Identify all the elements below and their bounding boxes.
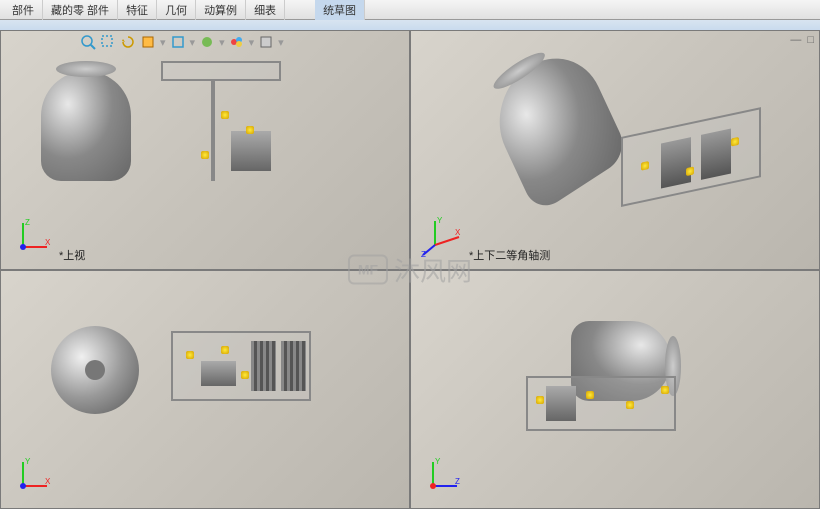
- scene-icon[interactable]: [199, 34, 215, 50]
- model-assembly: [171, 331, 321, 431]
- minimize-button[interactable]: —: [790, 34, 801, 46]
- menu-animation[interactable]: 动算例: [196, 0, 246, 20]
- menu-parts[interactable]: 部件: [4, 0, 43, 20]
- axis-triad-icon: Y X: [11, 454, 55, 498]
- settings-icon[interactable]: [258, 34, 274, 50]
- menu-features[interactable]: 特征: [118, 0, 157, 20]
- view-toolbar: ▾ ▾ ▾ ▾ ▾: [80, 34, 284, 50]
- window-controls: — □: [790, 34, 814, 46]
- section-icon[interactable]: [140, 34, 156, 50]
- menu-geometry[interactable]: 几何: [157, 0, 196, 20]
- display-style-icon[interactable]: [170, 34, 186, 50]
- svg-text:Z: Z: [25, 218, 30, 227]
- svg-text:X: X: [45, 238, 51, 247]
- view-label-iso: *上下二等角轴测: [469, 247, 550, 263]
- svg-text:Z: Z: [421, 250, 426, 259]
- model-assembly: [526, 376, 676, 476]
- axis-triad-icon: Y Z: [421, 454, 465, 498]
- zoom-fit-icon[interactable]: [80, 34, 96, 50]
- menu-detail[interactable]: 细表: [246, 0, 285, 20]
- viewport-quad: — □ Z X *上视 Y: [0, 30, 820, 509]
- model-assembly: [161, 61, 311, 161]
- rotate-icon[interactable]: [120, 34, 136, 50]
- svg-text:Z: Z: [455, 477, 460, 486]
- menu-drawing[interactable]: 统草图: [315, 0, 365, 20]
- svg-text:Y: Y: [25, 457, 31, 466]
- model-tank: [482, 37, 630, 215]
- axis-triad-icon: Z X: [11, 215, 55, 259]
- zoom-area-icon[interactable]: [100, 34, 116, 50]
- appearance-icon[interactable]: [229, 34, 245, 50]
- model-tank: [41, 71, 131, 181]
- svg-text:X: X: [45, 477, 51, 486]
- model-tank: [51, 326, 139, 414]
- view-label-top: *上视: [59, 247, 85, 263]
- svg-text:Y: Y: [437, 216, 443, 225]
- viewport-isometric[interactable]: Y X Z *上下二等角轴测: [410, 30, 820, 270]
- axis-triad-icon: Y X Z: [421, 215, 465, 259]
- model-assembly: [621, 105, 771, 237]
- viewport-top[interactable]: Z X *上视: [0, 30, 410, 270]
- viewport-front[interactable]: Y X: [0, 270, 410, 509]
- main-menubar: 部件 藏的零 部件 特征 几何 动算例 细表 统草图: [0, 0, 820, 20]
- viewport-side[interactable]: Y Z: [410, 270, 820, 509]
- svg-text:X: X: [455, 228, 461, 237]
- svg-text:Y: Y: [435, 457, 441, 466]
- menu-favorite-parts[interactable]: 藏的零 部件: [43, 0, 118, 20]
- restore-button[interactable]: □: [807, 34, 814, 46]
